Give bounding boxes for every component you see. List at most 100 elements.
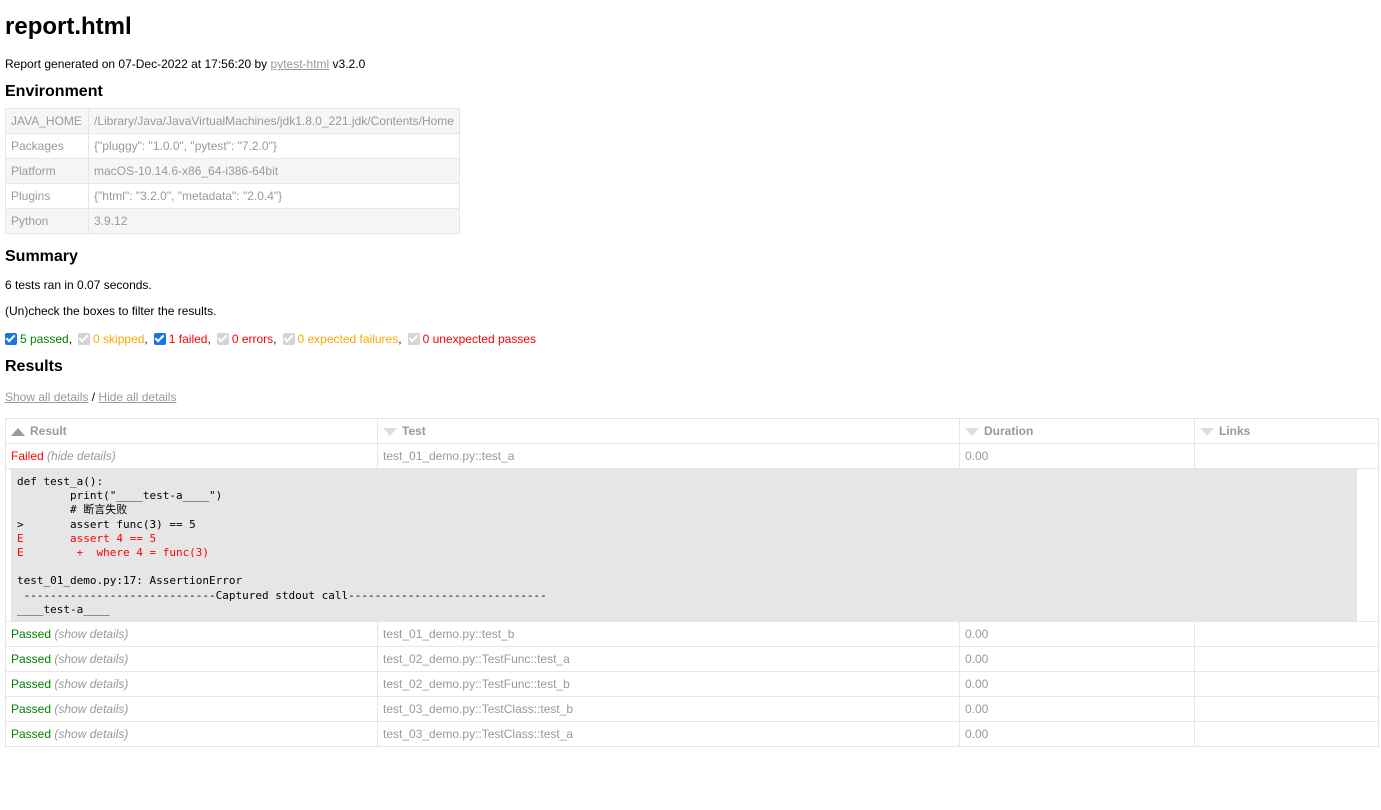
result-row[interactable]: Passed (show details) test_01_demo.py::te… — [5, 621, 1379, 647]
result-cell: Passed (show details) — [5, 621, 378, 647]
environment-key: Plugins — [5, 183, 89, 209]
result-row[interactable]: Passed (show details) test_03_demo.py::Te… — [5, 696, 1379, 722]
links-cell — [1194, 696, 1379, 722]
test-name-cell: test_01_demo.py::test_a — [377, 443, 960, 469]
result-status: Passed — [11, 727, 52, 741]
result-filters: 5 passed, 0 skipped, 1 failed, 0 errors, 0 e… — [5, 331, 1379, 347]
column-label-result: Result — [30, 424, 67, 438]
filter-separator: , — [398, 332, 402, 346]
test-name-cell: test_01_demo.py::test_b — [377, 621, 960, 647]
filter-label: 1 failed — [168, 332, 208, 346]
filter-checkbox[interactable] — [78, 333, 91, 345]
tests-ran-text: 6 tests ran in 0.07 seconds. — [5, 278, 152, 292]
links-cell — [1194, 721, 1379, 747]
column-header-links[interactable]: Links — [1194, 418, 1379, 444]
column-header-result[interactable]: Result — [5, 418, 378, 444]
log-line: def test_a(): — [17, 475, 104, 488]
environment-key: Packages — [5, 133, 89, 159]
environment-heading: Environment — [5, 83, 103, 100]
filter-separator: , — [273, 332, 277, 346]
details-toggle[interactable]: (show details) — [54, 677, 128, 691]
duration-cell: 0.00 — [959, 671, 1195, 697]
failure-log: def test_a(): print("____test-a____") # … — [11, 469, 1357, 621]
links-cell — [1194, 646, 1379, 672]
filter-label: 0 skipped — [93, 332, 145, 346]
filter-checkbox[interactable] — [5, 333, 17, 345]
details-toggle[interactable]: (show details) — [54, 652, 128, 666]
details-toggle[interactable]: (show details) — [54, 727, 128, 741]
details-toggle[interactable]: (show details) — [54, 627, 128, 641]
filter-item: 0 expected failures, — [282, 331, 408, 347]
filter-checkbox[interactable] — [407, 333, 420, 345]
filter-checkbox[interactable] — [216, 333, 229, 345]
filter-hint-text: (Un)check the boxes to filter the result… — [5, 304, 217, 318]
result-status: Passed — [11, 702, 52, 716]
column-label-test: Test — [402, 424, 426, 438]
test-name-cell: test_03_demo.py::TestClass::test_b — [377, 696, 960, 722]
generated-prefix: Report generated on 07-Dec-2022 at 17:56… — [5, 57, 271, 71]
duration-cell: 0.00 — [959, 696, 1195, 722]
column-label-duration: Duration — [984, 424, 1034, 438]
log-line: -----------------------------Captured st… — [17, 588, 547, 602]
pytest-html-link[interactable]: pytest-html — [271, 57, 330, 71]
results-header-row: Result Test Duration Links — [5, 418, 1379, 444]
environment-value: /Library/Java/JavaVirtualMachines/jdk1.8… — [88, 108, 460, 134]
log-line: E assert 4 == 5 — [17, 531, 157, 545]
filter-item: 1 failed, — [153, 331, 217, 347]
show-all-details-link[interactable]: Show all details — [5, 390, 88, 404]
links-divider: / — [88, 390, 99, 404]
result-row[interactable]: Passed (show details) test_02_demo.py::Te… — [5, 646, 1379, 672]
sort-inactive-icon — [383, 427, 397, 436]
environment-key: JAVA_HOME — [5, 108, 89, 134]
details-toggle[interactable]: (hide details) — [47, 449, 116, 463]
duration-cell: 0.00 — [959, 443, 1195, 469]
links-cell — [1194, 671, 1379, 697]
environment-key: Python — [5, 208, 89, 234]
filter-label: 0 errors — [231, 332, 274, 346]
filter-item: 0 unexpected passes — [407, 331, 536, 347]
page-title: report.html — [5, 13, 132, 40]
result-cell: Passed (show details) — [5, 671, 378, 697]
hide-all-details-link[interactable]: Hide all details — [98, 390, 176, 404]
result-status: Passed — [11, 652, 52, 666]
details-toggle[interactable]: (show details) — [54, 702, 128, 716]
environment-table: JAVA_HOME/Library/Java/JavaVirtualMachin… — [5, 108, 460, 234]
environment-row: Platform macOS-10.14.6-x86_64-i386-64bit — [5, 158, 460, 184]
filter-label: 5 passed — [20, 332, 69, 346]
links-cell — [1194, 621, 1379, 647]
results-heading: Results — [5, 358, 63, 375]
column-header-test[interactable]: Test — [377, 418, 960, 444]
filter-label: 0 expected failures — [297, 332, 399, 346]
duration-cell: 0.00 — [959, 721, 1195, 747]
filter-separator: , — [207, 332, 211, 346]
environment-row: Packages {"pluggy": "1.0.0", "pytest": "7… — [5, 133, 460, 159]
filter-separator: , — [68, 332, 73, 346]
filter-item: 5 passed, — [5, 331, 78, 347]
test-name-cell: test_03_demo.py::TestClass::test_a — [377, 721, 960, 747]
filter-item: 0 skipped, — [78, 331, 154, 347]
environment-row: JAVA_HOME/Library/Java/JavaVirtualMachin… — [5, 108, 460, 134]
result-row[interactable]: Failed (hide details) test_01_demo.py::te… — [5, 443, 1379, 469]
log-row: def test_a(): print("____test-a____") # … — [5, 468, 1379, 622]
result-cell: Failed (hide details) — [5, 443, 378, 469]
filter-checkbox[interactable] — [282, 333, 295, 345]
duration-cell: 0.00 — [959, 646, 1195, 672]
generated-suffix: v3.2.0 — [329, 57, 366, 71]
sort-ascending-icon — [11, 427, 25, 436]
sort-inactive-icon — [965, 427, 979, 436]
result-status: Passed — [11, 677, 52, 691]
result-row[interactable]: Passed (show details) test_03_demo.py::Te… — [5, 721, 1379, 747]
duration-cell: 0.00 — [959, 621, 1195, 647]
environment-value: 3.9.12 — [88, 208, 460, 234]
environment-value: macOS-10.14.6-x86_64-i386-64bit — [88, 158, 460, 184]
test-name-cell: test_02_demo.py::TestFunc::test_a — [377, 646, 960, 672]
environment-value: {"pluggy": "1.0.0", "pytest": "7.2.0"} — [88, 133, 460, 159]
result-row[interactable]: Passed (show details) test_02_demo.py::Te… — [5, 671, 1379, 697]
links-cell — [1194, 443, 1379, 469]
summary-heading: Summary — [5, 248, 78, 265]
column-header-duration[interactable]: Duration — [959, 418, 1195, 444]
log-line: # 断言失败 — [17, 503, 128, 517]
filter-checkbox[interactable] — [153, 333, 166, 345]
log-line: > assert func(3) == 5 — [17, 517, 196, 531]
